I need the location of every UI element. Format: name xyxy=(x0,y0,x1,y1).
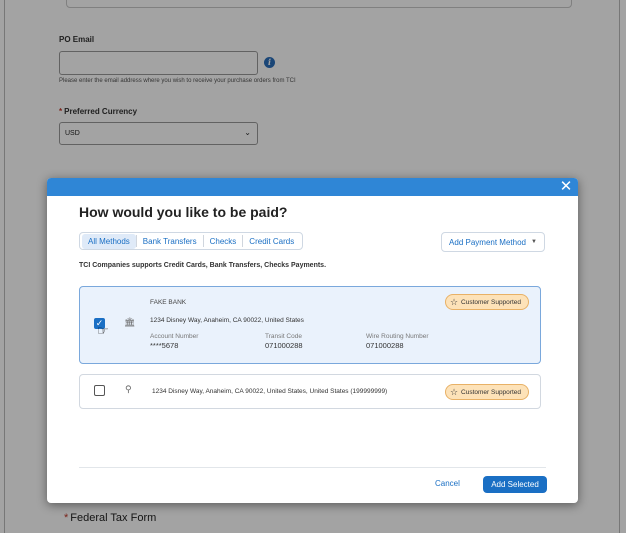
wire-routing-field: Wire Routing Number 071000288 xyxy=(366,333,429,350)
transit-code-field: Transit Code 071000288 xyxy=(265,333,303,350)
select-checkbox[interactable] xyxy=(94,385,105,396)
account-number-field: Account Number ****5678 xyxy=(150,333,198,350)
bank-name: FAKE BANK xyxy=(150,299,187,306)
transit-code-label: Transit Code xyxy=(265,333,302,340)
star-icon: ☆ xyxy=(449,296,459,307)
account-number-value: ****5678 xyxy=(150,341,179,350)
modal-title: How would you like to be paid? xyxy=(79,204,288,220)
add-payment-method-button[interactable]: Add Payment Method ▼ xyxy=(441,232,545,252)
customer-supported-badge: ☆ Customer Supported xyxy=(444,384,529,400)
check-mailing-address: 1234 Disney Way, Anaheim, CA 90022, Unit… xyxy=(152,388,388,395)
badge-label: Customer Supported xyxy=(461,388,521,396)
customer-supported-badge: ☆ Customer Supported xyxy=(444,294,529,310)
location-pin-icon: ⚲ xyxy=(125,384,132,394)
footer-divider xyxy=(79,467,546,468)
payment-method-card[interactable]: ⚲ 1234 Disney Way, Anaheim, CA 90022, Un… xyxy=(79,374,541,409)
add-payment-method-label: Add Payment Method xyxy=(449,237,526,247)
hand-cursor-icon: ☞ xyxy=(97,323,109,338)
chevron-down-icon: ▼ xyxy=(530,239,537,245)
tab-all-methods[interactable]: All Methods xyxy=(82,233,136,249)
modal-header-bar: ✕ xyxy=(47,178,578,196)
transit-code-value: 071000288 xyxy=(265,341,303,350)
account-number-label: Account Number xyxy=(150,333,199,340)
wire-routing-label: Wire Routing Number xyxy=(366,333,429,340)
payment-method-modal: ✕ How would you like to be paid? All Met… xyxy=(47,178,578,503)
star-icon: ☆ xyxy=(449,386,459,397)
close-icon[interactable]: ✕ xyxy=(558,179,574,195)
tab-bank-transfers[interactable]: Bank Transfers xyxy=(137,234,203,249)
tab-checks[interactable]: Checks xyxy=(204,234,243,249)
bank-icon: 🏛 xyxy=(124,317,136,327)
payment-method-card[interactable]: ✓ ☞ 🏛 FAKE BANK 1234 Disney Way, Anaheim… xyxy=(79,286,541,364)
add-selected-button[interactable]: Add Selected xyxy=(483,476,547,493)
bank-address: 1234 Disney Way, Anaheim, CA 90022, Unit… xyxy=(150,317,304,324)
badge-label: Customer Supported xyxy=(461,298,521,306)
payment-type-tabs: All Methods Bank Transfers Checks Credit… xyxy=(79,232,304,250)
supported-methods-text: TCI Companies supports Credit Cards, Ban… xyxy=(79,262,327,269)
wire-routing-value: 071000288 xyxy=(366,341,404,350)
tab-credit-cards[interactable]: Credit Cards xyxy=(243,234,300,249)
cancel-button[interactable]: Cancel xyxy=(435,479,460,488)
